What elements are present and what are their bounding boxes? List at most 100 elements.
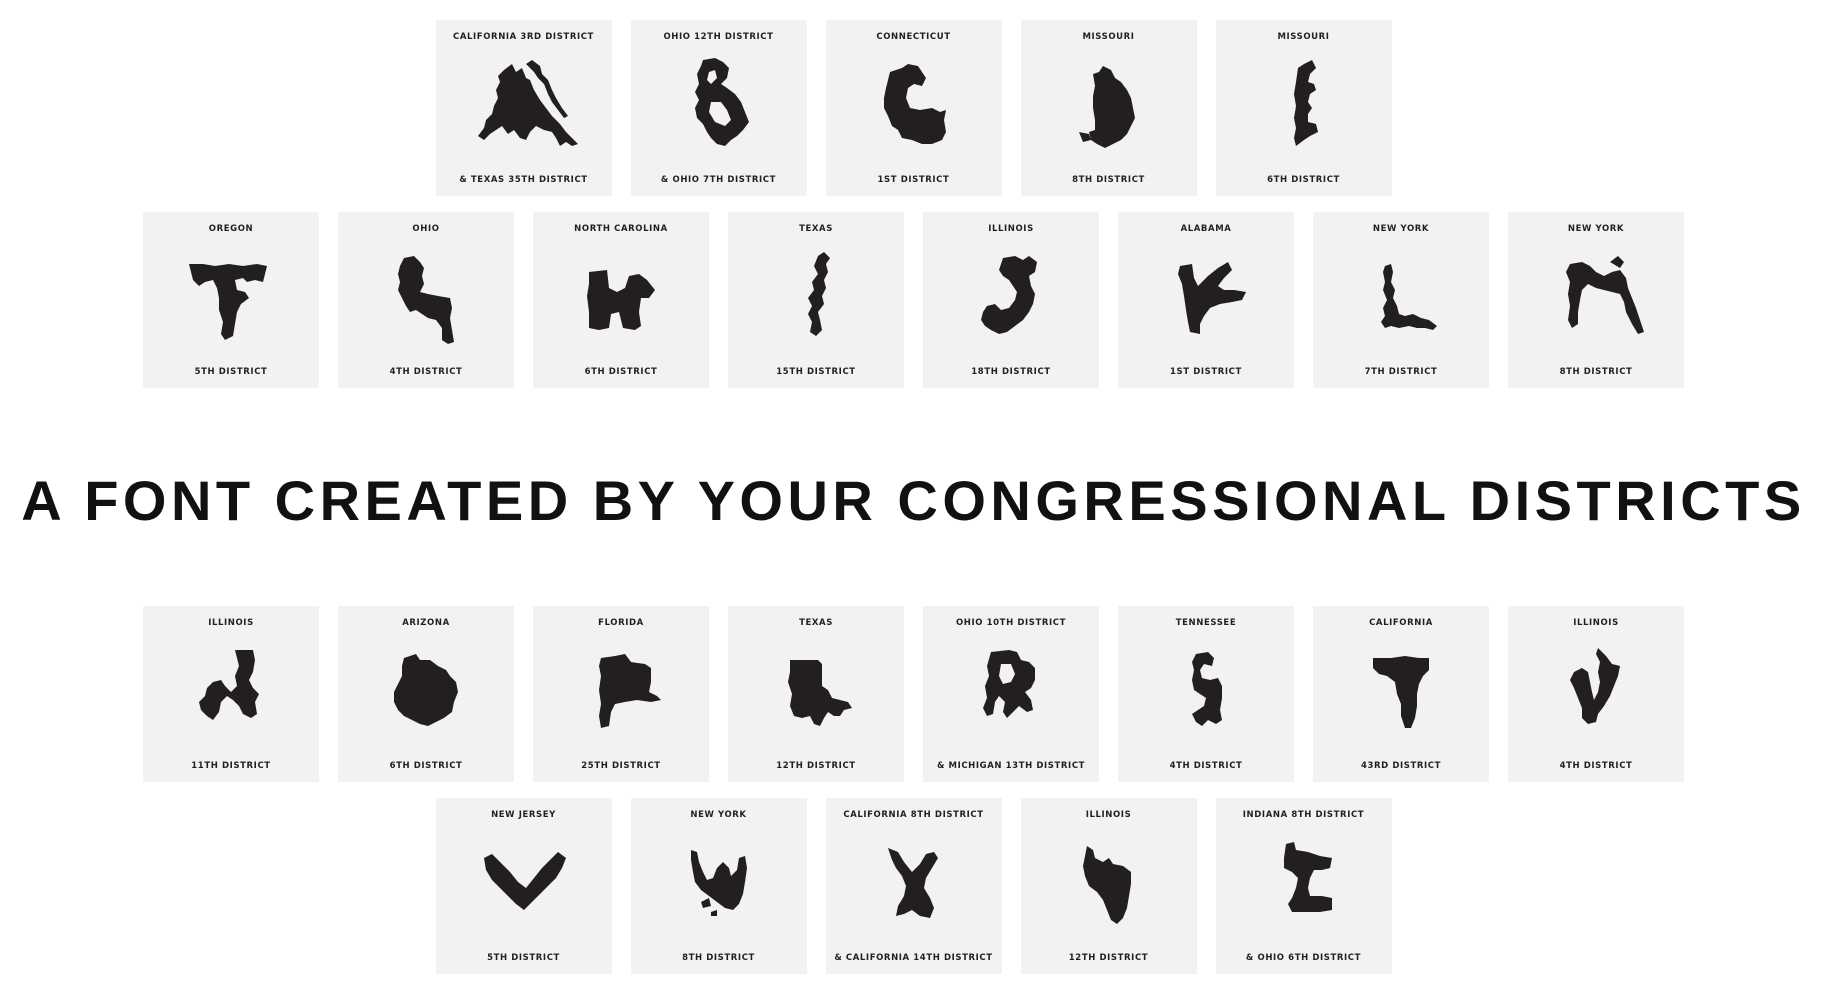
tile-state-label: MISSOURI <box>1082 32 1135 42</box>
letter-tile-s: TENNESSEE 4TH DISTRICT <box>1118 606 1294 782</box>
district-shape-w-icon <box>690 850 747 916</box>
tile-state-label: NEW YORK <box>690 810 747 820</box>
letter-tile-a: CALIFORNIA 3RD DISTRICT & TEXAS 35TH DIS… <box>435 20 612 196</box>
tile-state-label: OHIO 12TH DISTRICT <box>663 32 774 42</box>
tile-state-label: MISSOURI <box>1277 32 1330 42</box>
tile-district-label: & OHIO 6TH DISTRICT <box>1245 953 1362 963</box>
letter-tile-q: TEXAS 12TH DISTRICT <box>728 606 904 782</box>
letter-tile-h: NORTH CAROLINA 6TH DISTRICT <box>533 212 709 388</box>
district-shape-j-icon <box>981 256 1037 334</box>
letter-tile-o: ARIZONA 6TH DISTRICT <box>338 606 514 782</box>
letter-tile-z: INDIANA 8TH DISTRICT & OHIO 6TH DISTRICT <box>1215 798 1392 974</box>
letter-tile-x: CALIFORNIA 8TH DISTRICT & CALIFORNIA 14T… <box>825 798 1002 974</box>
tile-state-label: FLORIDA <box>598 618 644 628</box>
letter-tile-u: ILLINOIS 4TH DISTRICT <box>1508 606 1684 782</box>
tile-state-label: NEW YORK <box>1567 224 1625 234</box>
district-shape-c-icon <box>883 64 946 144</box>
tile-state-label: ILLINOIS <box>1085 810 1132 820</box>
district-shape-y-icon <box>1082 846 1131 924</box>
tile-district-label: 6TH DISTRICT <box>584 367 658 377</box>
tile-state-label: INDIANA 8TH DISTRICT <box>1242 810 1365 820</box>
district-shape-q-icon <box>788 660 852 726</box>
district-shape-s-icon <box>1192 652 1222 726</box>
tile-row-a-to-e: CALIFORNIA 3RD DISTRICT & TEXAS 35TH DIS… <box>0 20 1827 196</box>
district-shape-o-icon <box>394 654 458 726</box>
district-shape-m-icon <box>1566 256 1644 334</box>
district-shape-i-icon <box>808 252 830 336</box>
tile-state-label: NEW JERSEY <box>491 810 556 820</box>
tile-district-label: & CALIFORNIA 14TH DISTRICT <box>834 953 993 963</box>
tile-district-label: 11TH DISTRICT <box>191 761 271 771</box>
tile-state-label: CALIFORNIA <box>1369 618 1433 628</box>
tile-district-label: 25TH DISTRICT <box>581 761 661 771</box>
tile-state-label: TEXAS <box>799 224 833 234</box>
letter-tile-f: OREGON 5TH DISTRICT <box>143 212 319 388</box>
district-shape-t-icon <box>1373 656 1429 728</box>
district-shape-h-icon <box>587 270 655 330</box>
letter-tile-v: NEW JERSEY 5TH DISTRICT <box>435 798 612 974</box>
tile-district-label: & OHIO 7TH DISTRICT <box>660 175 777 185</box>
district-shape-v-icon <box>483 852 566 910</box>
letter-tile-i: TEXAS 15TH DISTRICT <box>728 212 904 388</box>
tile-district-label: 12TH DISTRICT <box>1068 953 1149 963</box>
district-shape-n-icon <box>199 650 259 720</box>
letter-tile-m: NEW YORK 8TH DISTRICT <box>1508 212 1684 388</box>
tile-district-label: 6TH DISTRICT <box>389 761 463 771</box>
letter-tile-p: FLORIDA 25TH DISTRICT <box>533 606 709 782</box>
tile-district-label: 4TH DISTRICT <box>1559 761 1633 771</box>
tile-state-label: ILLINOIS <box>1573 618 1619 628</box>
district-shape-f-icon <box>189 264 267 340</box>
letter-tile-d: MISSOURI 8TH DISTRICT <box>1020 20 1197 196</box>
tile-row-f-to-m: OREGON 5TH DISTRICT OHIO 4TH DISTRICT NO… <box>0 212 1827 388</box>
letter-tile-y: ILLINOIS 12TH DISTRICT <box>1020 798 1197 974</box>
tile-district-label: 5TH DISTRICT <box>487 953 560 963</box>
tile-row-v-to-z: NEW JERSEY 5TH DISTRICT NEW YORK 8TH DIS… <box>0 798 1827 974</box>
tile-state-label: CALIFORNIA 3RD DISTRICT <box>453 32 594 42</box>
letter-tile-l: NEW YORK 7TH DISTRICT <box>1313 212 1489 388</box>
tile-state-label: ILLINOIS <box>988 224 1034 234</box>
tile-district-label: & MICHIGAN 13TH DISTRICT <box>936 761 1086 771</box>
page-title: A FONT CREATED BY YOUR CONGRESSIONAL DIS… <box>21 469 1806 532</box>
letter-tile-g: OHIO 4TH DISTRICT <box>338 212 514 388</box>
tile-district-label: 15TH DISTRICT <box>776 367 856 377</box>
tile-state-label: OREGON <box>208 224 254 234</box>
tile-state-label: NORTH CAROLINA <box>574 224 668 234</box>
letter-tile-c: CONNECTICUT 1ST DISTRICT <box>825 20 1002 196</box>
tile-district-label: 4TH DISTRICT <box>1169 761 1243 771</box>
district-shape-r-icon <box>983 650 1035 718</box>
tile-district-label: 8TH DISTRICT <box>1072 175 1145 185</box>
tile-district-label: 4TH DISTRICT <box>389 367 463 377</box>
tile-district-label: 8TH DISTRICT <box>682 953 755 963</box>
tile-state-label: ALABAMA <box>1180 224 1232 234</box>
tile-state-label: TENNESSEE <box>1175 618 1237 628</box>
letter-tile-w: NEW YORK 8TH DISTRICT <box>630 798 807 974</box>
district-shape-a-icon <box>477 60 578 146</box>
district-shape-u-icon <box>1570 648 1620 724</box>
tile-state-label: CALIFORNIA 8TH DISTRICT <box>843 810 984 820</box>
tile-state-label: OHIO 10TH DISTRICT <box>955 618 1067 628</box>
tile-district-label: 6TH DISTRICT <box>1267 175 1340 185</box>
letter-tile-j: ILLINOIS 18TH DISTRICT <box>923 212 1099 388</box>
tile-district-label: 43RD DISTRICT <box>1360 761 1442 771</box>
tile-state-label: TEXAS <box>799 618 833 628</box>
tile-district-label: 12TH DISTRICT <box>776 761 856 771</box>
letter-tile-e: MISSOURI 6TH DISTRICT <box>1215 20 1392 196</box>
district-shape-e-icon <box>1293 60 1318 146</box>
letter-tile-t: CALIFORNIA 43RD DISTRICT <box>1313 606 1489 782</box>
tile-state-label: ILLINOIS <box>208 618 254 628</box>
tile-state-label: NEW YORK <box>1372 224 1430 234</box>
tile-district-label: 8TH DISTRICT <box>1559 367 1633 377</box>
tile-district-label: 18TH DISTRICT <box>971 367 1051 377</box>
tile-district-label: 7TH DISTRICT <box>1364 367 1438 377</box>
letter-tile-k: ALABAMA 1ST DISTRICT <box>1118 212 1294 388</box>
district-shape-g-icon <box>398 256 454 344</box>
tile-district-label: 1ST DISTRICT <box>1170 367 1242 377</box>
tile-row-n-to-u: ILLINOIS 11TH DISTRICT ARIZONA 6TH DISTR… <box>0 606 1827 782</box>
tile-state-label: OHIO <box>412 224 440 234</box>
district-shape-k-icon <box>1178 262 1246 334</box>
district-shape-x-icon <box>887 848 938 918</box>
letter-tile-b: OHIO 12TH DISTRICT & OHIO 7TH DISTRICT <box>630 20 807 196</box>
tile-state-label: CONNECTICUT <box>876 32 951 42</box>
letter-tile-r: OHIO 10TH DISTRICT & MICHIGAN 13TH DISTR… <box>923 606 1099 782</box>
tile-state-label: ARIZONA <box>402 618 450 628</box>
